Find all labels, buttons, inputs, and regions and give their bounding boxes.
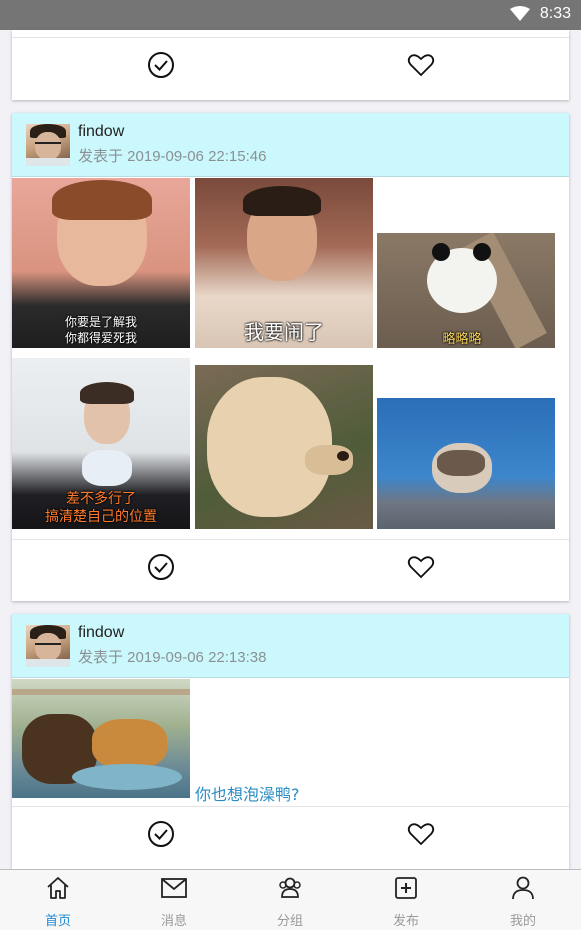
- heart-icon[interactable]: [406, 819, 436, 849]
- post-text[interactable]: 你也想泡澡鸭?: [195, 781, 300, 805]
- heart-icon[interactable]: [406, 552, 436, 582]
- tab-label: 分组: [276, 914, 303, 929]
- post-action-bar: [12, 806, 569, 868]
- bottom-tab-bar: 首页 消息 分组 发布 我的: [0, 869, 581, 930]
- post-image-cat[interactable]: [377, 398, 555, 529]
- home-icon: [47, 877, 69, 899]
- image-caption: 你要是了解我 你都得爱死我: [64, 315, 137, 345]
- like-check-icon[interactable]: [146, 50, 176, 80]
- post-timestamp: 发表于 2019-09-06 22:15:46: [78, 148, 267, 165]
- status-time: 8:33: [539, 5, 571, 22]
- post-image-dog-tiger[interactable]: [12, 679, 190, 798]
- post-image-panda[interactable]: 略略略: [377, 233, 555, 348]
- group-icon: [279, 877, 301, 898]
- image-caption: 略略略: [442, 332, 482, 347]
- tab-me[interactable]: 我的: [465, 870, 581, 930]
- post-header: findow 发表于 2019-09-06 22:13:38: [12, 614, 569, 678]
- tab-label: 我的: [509, 914, 536, 929]
- post-card-previous: [12, 30, 569, 100]
- mail-icon: [161, 878, 187, 898]
- post-timestamp: 发表于 2019-09-06 22:13:38: [78, 649, 267, 666]
- post-username[interactable]: findow: [78, 123, 124, 141]
- avatar[interactable]: [26, 124, 70, 166]
- like-check-icon[interactable]: [146, 552, 176, 582]
- post-header: findow 发表于 2019-09-06 22:15:46: [12, 113, 569, 177]
- tab-label: 首页: [44, 914, 71, 929]
- tab-groups[interactable]: 分组: [232, 870, 348, 930]
- post-action-bar: [12, 539, 569, 601]
- person-icon: [512, 876, 534, 900]
- tab-messages[interactable]: 消息: [116, 870, 232, 930]
- post-image-boy[interactable]: 差不多行了 搞清楚自己的位置: [12, 358, 190, 529]
- plus-square-icon: [395, 877, 417, 899]
- post-username[interactable]: findow: [78, 624, 124, 642]
- image-caption: 我要闹了: [244, 320, 324, 344]
- avatar[interactable]: [26, 625, 70, 667]
- status-bar: 8:33: [0, 0, 581, 30]
- image-caption: 差不多行了 搞清楚自己的位置: [45, 491, 157, 525]
- post-image-man[interactable]: 我要闹了: [195, 178, 373, 348]
- tab-label: 发布: [392, 914, 419, 929]
- post-card[interactable]: findow 发表于 2019-09-06 22:15:46 你要是了解我 你都…: [12, 113, 569, 601]
- post-image-dog[interactable]: [195, 365, 373, 529]
- tab-publish[interactable]: 发布: [348, 870, 464, 930]
- post-card[interactable]: findow 发表于 2019-09-06 22:13:38: [12, 614, 569, 870]
- post-action-bar: [12, 37, 569, 99]
- like-check-icon[interactable]: [146, 819, 176, 849]
- tab-home[interactable]: 首页: [0, 870, 116, 930]
- tab-label: 消息: [160, 914, 187, 929]
- wifi-icon: [510, 6, 530, 21]
- heart-icon[interactable]: [406, 50, 436, 80]
- post-image-kid[interactable]: 你要是了解我 你都得爱死我: [12, 178, 190, 348]
